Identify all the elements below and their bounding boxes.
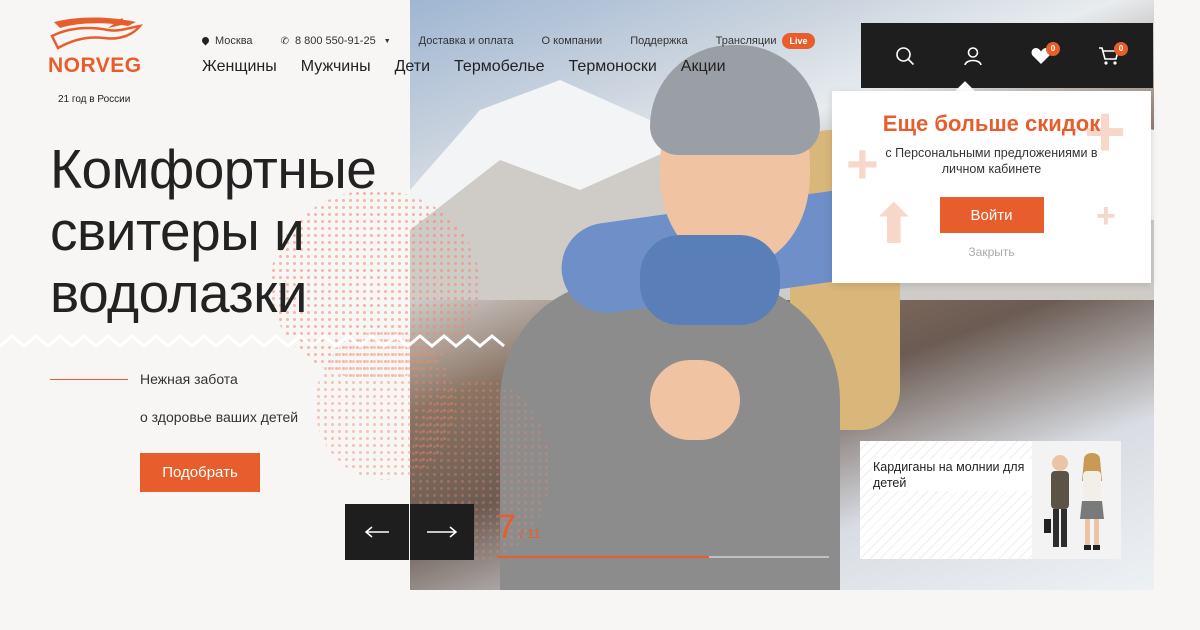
hero-tagline: Нежная забота (140, 371, 238, 387)
slider-progress-fill (497, 556, 710, 558)
search-button[interactable] (885, 36, 925, 76)
nav-item-kids[interactable]: Дети (395, 58, 430, 76)
close-link[interactable]: Закрыть (832, 245, 1151, 259)
main-nav: Женщины Мужчины Дети Термобелье Термонос… (202, 58, 726, 76)
slide-counter: 7/ 11 (497, 508, 541, 547)
plus-decoration-icon: + (1096, 197, 1116, 235)
location-pin-icon (202, 37, 209, 46)
account-button[interactable] (953, 36, 993, 76)
favorites-count-badge: 0 (1046, 41, 1060, 56)
boy-scarf (640, 235, 780, 325)
broadcasts-link[interactable]: Трансляции Live (716, 33, 815, 49)
arrow-right-icon (427, 526, 458, 538)
phone-link[interactable]: ✆ 8 800 550-91-25 ▼ (281, 35, 391, 47)
headline-line: водолазки (50, 262, 308, 324)
city-selector[interactable]: Москва (202, 35, 253, 47)
cart-button[interactable]: 0 (1089, 36, 1129, 76)
login-button[interactable]: Войти (939, 197, 1044, 233)
promo-card-title: Кардиганы на молнии для детей (873, 459, 1032, 491)
arrow-left-icon (364, 526, 389, 538)
city-label: Москва (215, 35, 253, 47)
cart-count-badge: 0 (1114, 41, 1128, 56)
slider-next-button[interactable] (410, 504, 474, 560)
utility-bar: 0 0 (861, 23, 1153, 88)
phone-number: 8 800 550-91-25 (294, 35, 376, 47)
top-links: Москва ✆ 8 800 550-91-25 ▼ Доставка и оп… (202, 33, 815, 49)
favorites-button[interactable]: 0 (1021, 36, 1061, 76)
promo-card-image (1032, 441, 1121, 559)
boy-hand (650, 360, 740, 440)
headline-line: свитеры и (50, 200, 305, 262)
popup-text: с Персональными предложениями в личном к… (885, 146, 1098, 176)
popup-title: Еще больше скидок (882, 111, 1101, 136)
kids-cardigan-image (1044, 453, 1104, 550)
slide-current: 7 (497, 508, 516, 546)
pick-button[interactable]: Подобрать (140, 453, 260, 492)
logo-mark-icon (50, 17, 144, 50)
discount-popup: + + + ⬆ Еще больше скидок с Персональным… (832, 91, 1151, 283)
hero-headline: Комфортные свитеры и водолазки (50, 138, 377, 324)
promo-card[interactable]: Кардиганы на молнии для детей (860, 441, 1121, 559)
nav-item-women[interactable]: Женщины (202, 58, 277, 76)
delivery-link[interactable]: Доставка и оплата (419, 35, 514, 47)
support-link[interactable]: Поддержка (630, 35, 687, 47)
nav-item-thermosocks[interactable]: Термоноски (569, 58, 657, 76)
logo-subtitle: 21 год в России (58, 94, 131, 105)
logo[interactable]: NORVEG 21 год в России (44, 14, 154, 105)
hero-tagline: о здоровье ваших детей (140, 409, 299, 425)
search-icon (896, 46, 915, 65)
nav-item-thermal[interactable]: Термобелье (454, 58, 545, 76)
logo-wordmark: NORVEG (48, 54, 142, 77)
headline-line: Комфортные (50, 138, 377, 200)
nav-item-men[interactable]: Мужчины (301, 58, 371, 76)
phone-icon: ✆ (280, 35, 289, 47)
zigzag-divider (0, 334, 505, 348)
live-badge: Live (782, 33, 815, 49)
broadcasts-label: Трансляции (715, 35, 777, 47)
about-link[interactable]: О компании (542, 35, 603, 47)
slider-prev-button[interactable] (345, 504, 409, 560)
slide-total: / 11 (519, 526, 541, 541)
tagline-rule (50, 379, 128, 380)
slider-progress (497, 556, 829, 558)
promo-card-pattern: Кардиганы на молнии для детей (860, 441, 1032, 559)
chevron-down-icon: ▼ (383, 37, 391, 45)
user-icon (964, 46, 982, 65)
nav-item-sales[interactable]: Акции (681, 58, 726, 76)
